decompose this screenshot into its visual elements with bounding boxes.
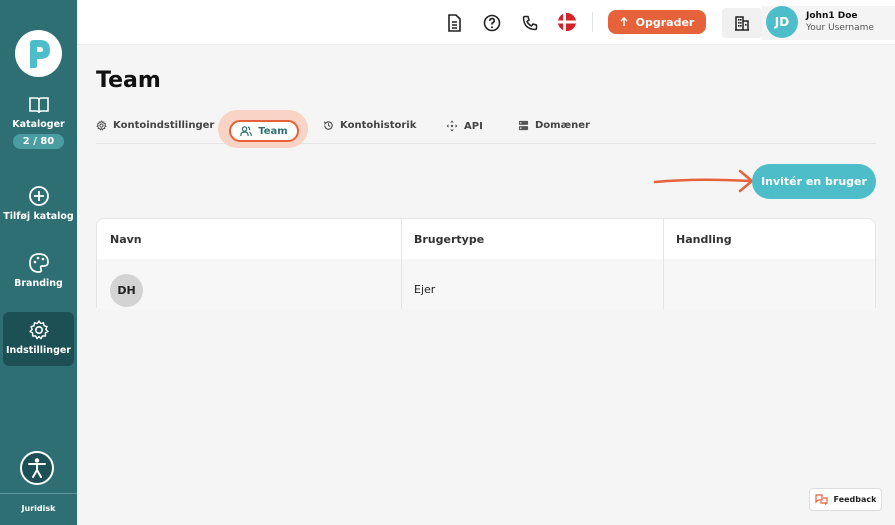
sidebar-item-kataloger[interactable]: Kataloger 2 / 80 (0, 95, 77, 149)
sidebar-item-indstillinger[interactable]: Indstillinger (0, 319, 77, 356)
gear-icon (96, 120, 107, 131)
gear-icon (28, 320, 49, 340)
tab-domaener[interactable]: Domæner (518, 120, 590, 131)
top-bar: Opgrader JD John1 Doe Your Username (77, 0, 895, 45)
column-header-handling: Handling (676, 232, 732, 246)
tab-team[interactable]: Team (229, 120, 299, 142)
help-icon[interactable] (482, 13, 502, 33)
team-table: Navn Brugertype Handling DH Ejer (96, 218, 876, 309)
sidebar-item-label: Tilføj katalog (3, 211, 74, 222)
phone-icon[interactable] (520, 13, 540, 33)
invite-user-button[interactable]: Invitér en bruger (752, 164, 876, 199)
tab-label: API (464, 120, 483, 132)
feedback-label: Feedback (833, 495, 877, 504)
history-icon (323, 121, 333, 130)
column-divider (401, 219, 402, 309)
building-icon (735, 16, 749, 31)
page-title: Team (96, 68, 161, 93)
topbar-divider (592, 12, 593, 32)
annotation-arrow-icon (653, 169, 754, 193)
feedback-button[interactable]: Feedback (809, 488, 882, 511)
sidebar: Kataloger 2 / 80 Tilføj katalog Branding… (0, 0, 77, 525)
user-type-cell: Ejer (414, 283, 436, 296)
juridisk-link[interactable]: Juridisk (0, 504, 77, 513)
book-open-icon (28, 97, 49, 114)
sidebar-item-label: Indstillinger (5, 345, 71, 356)
table-row: DH Ejer (97, 259, 875, 309)
arrow-up-icon (620, 17, 628, 26)
language-flag-icon[interactable] (558, 13, 576, 31)
user-menu[interactable]: JD John1 Doe Your Username (762, 6, 895, 40)
tab-label: Team (258, 125, 288, 137)
palette-icon (28, 253, 49, 273)
sidebar-item-tilfoej-katalog[interactable]: Tilføj katalog (0, 185, 77, 222)
organization-button[interactable] (722, 8, 762, 38)
tab-api[interactable]: API (446, 120, 483, 132)
logo-mark-icon (29, 39, 50, 68)
accessibility-button[interactable] (20, 451, 54, 485)
tab-kontohistorik[interactable]: Kontohistorik (323, 120, 416, 131)
avatar: JD (766, 6, 798, 38)
sidebar-item-label: Kataloger (12, 119, 65, 130)
user-name: John1 Doe (806, 11, 858, 21)
plus-circle-icon (28, 186, 49, 206)
upgrade-button[interactable]: Opgrader (608, 10, 706, 34)
tab-label: Kontohistorik (340, 120, 417, 131)
server-icon (518, 120, 529, 131)
catalog-count-badge: 2 / 80 (12, 134, 65, 149)
column-divider (663, 219, 664, 309)
document-icon[interactable] (444, 13, 464, 33)
settings-tabs: Kontoindstillinger Team Kontohistorik AP… (96, 110, 876, 148)
tab-label: Domæner (535, 120, 590, 131)
tab-label: Kontoindstillinger (113, 120, 215, 131)
move-icon (446, 120, 458, 132)
sidebar-item-branding[interactable]: Branding (0, 252, 77, 289)
accessibility-icon (28, 458, 46, 478)
column-header-navn: Navn (110, 232, 142, 246)
users-icon (240, 125, 253, 136)
user-username: Your Username (806, 23, 874, 33)
avatar: DH (110, 274, 143, 307)
upgrade-label: Opgrader (635, 15, 695, 29)
column-header-brugertype: Brugertype (414, 232, 485, 246)
sidebar-divider (0, 493, 77, 494)
sidebar-item-label: Branding (14, 278, 63, 289)
feedback-icon (814, 494, 828, 505)
tab-kontoindstillinger[interactable]: Kontoindstillinger (96, 120, 214, 131)
app-logo[interactable] (15, 30, 62, 77)
